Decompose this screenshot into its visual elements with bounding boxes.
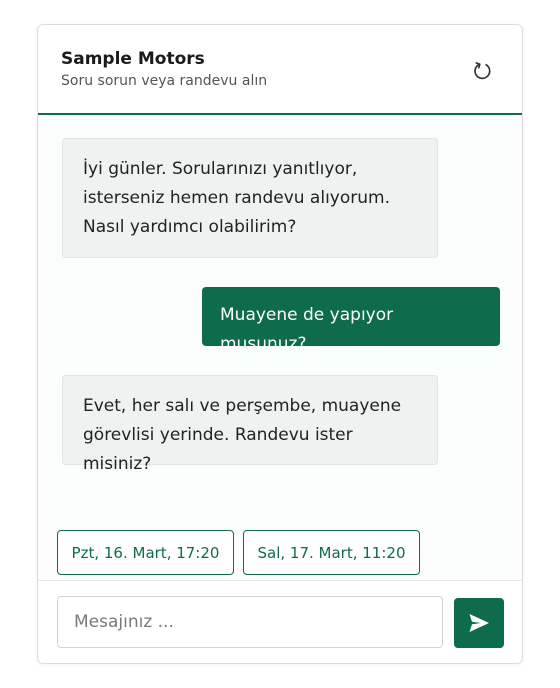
send-button[interactable]: [454, 598, 504, 648]
appointment-slot-button[interactable]: Sal, 17. Mart, 11:20: [243, 530, 420, 575]
send-icon: [469, 614, 489, 632]
chat-header: Sample Motors Soru sorun veya randevu al…: [38, 25, 522, 115]
bot-message: Evet, her salı ve perşembe, muayene göre…: [62, 375, 438, 474]
composer: [38, 580, 522, 663]
bot-message: İyi günler. Sorularınızı yanıtlıyor, ist…: [62, 138, 438, 258]
refresh-button[interactable]: [468, 57, 496, 85]
chat-subtitle: Soru sorun veya randevu alın: [61, 73, 268, 89]
user-message: Muayene de yapıyor musunuz?: [202, 287, 500, 354]
appointment-slot-button[interactable]: Pzt, 16. Mart, 17:20: [57, 530, 234, 575]
message-input[interactable]: [57, 596, 443, 648]
chat-widget: Sample Motors Soru sorun veya randevu al…: [37, 24, 523, 664]
refresh-icon: [474, 62, 491, 80]
chat-title: Sample Motors: [61, 49, 205, 69]
